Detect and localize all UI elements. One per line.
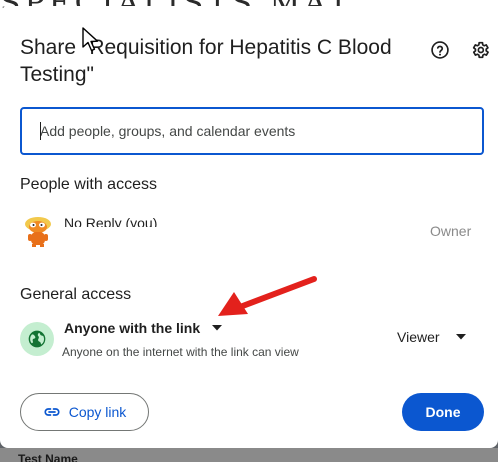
- background-footer-text: Test Name: [18, 452, 78, 462]
- role-selected: Viewer: [397, 329, 440, 345]
- dialog-title: Share "Requisition for Hepatitis C Blood…: [20, 36, 392, 86]
- background-document-footer: Test Name: [0, 448, 498, 462]
- people-with-access-heading: People with access: [20, 176, 157, 193]
- person-role: Owner: [430, 223, 472, 239]
- copy-link-button[interactable]: Copy link: [20, 393, 149, 431]
- dropdown-arrow-icon: [455, 334, 466, 340]
- general-access-selected: Anyone with the link: [64, 320, 201, 336]
- add-people-field[interactable]: [20, 107, 484, 155]
- link-icon: [43, 403, 61, 421]
- dropdown-arrow-icon: [212, 325, 223, 331]
- done-button[interactable]: Done: [402, 393, 484, 431]
- mouse-cursor-icon: [82, 27, 99, 52]
- general-access-dropdown[interactable]: Anyone with the link: [64, 320, 223, 336]
- share-dialog: Share "Requisition for Hepatitis C Blood…: [0, 6, 498, 448]
- role-dropdown[interactable]: Viewer: [397, 329, 466, 345]
- help-icon[interactable]: [428, 38, 452, 62]
- copy-link-label: Copy link: [68, 404, 127, 420]
- general-access-heading: General access: [20, 286, 132, 303]
- annotation-arrow-icon: [218, 276, 317, 316]
- lorax-avatar: [21, 214, 55, 248]
- person-name: No Reply (you): [64, 215, 158, 227]
- globe-icon: [20, 322, 54, 356]
- general-access-description: Anyone on the internet with the link can…: [62, 345, 299, 359]
- text-caret: [40, 122, 41, 140]
- add-people-input[interactable]: [22, 109, 482, 153]
- gear-icon[interactable]: [468, 38, 492, 62]
